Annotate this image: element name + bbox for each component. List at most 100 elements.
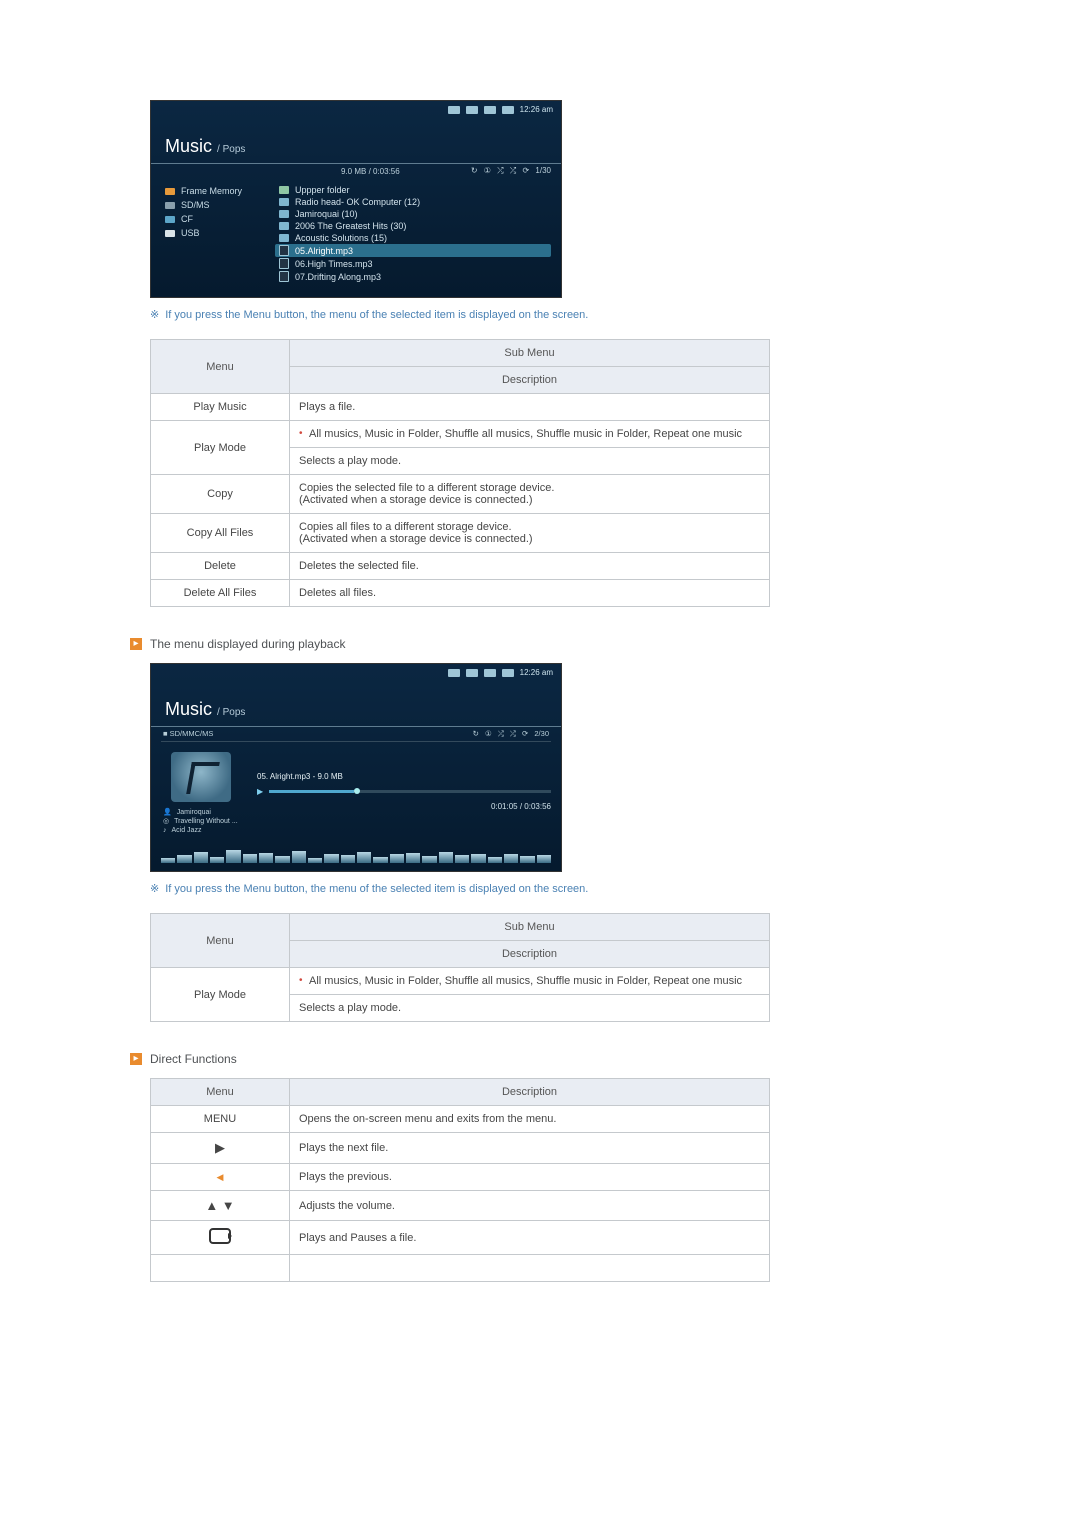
- nav-item-sd-ms[interactable]: SD/MS: [165, 198, 275, 212]
- status-icon: [466, 106, 478, 114]
- loop-icon: ⟳: [522, 729, 528, 738]
- nav-item-frame-memory[interactable]: Frame Memory: [165, 184, 275, 198]
- playmode-icons: ↻ ① ⤮ ⤮ ⟳ 2/30: [469, 729, 549, 739]
- seek-fill: [269, 790, 354, 793]
- table-header-row: Menu Sub Menu: [151, 914, 770, 941]
- list-item-folder[interactable]: Radio head- OK Computer (12): [275, 196, 551, 208]
- section-square-icon: ▸: [130, 638, 142, 650]
- col-menu: Menu: [151, 340, 290, 394]
- menu-table-browser: Menu Sub Menu Description Play Music Pla…: [150, 339, 770, 607]
- folder-icon: [279, 234, 289, 242]
- repeat-one-icon: ①: [484, 166, 491, 175]
- list-label: Radio head- OK Computer (12): [295, 197, 420, 207]
- shuffle-icon: ⤮: [510, 166, 516, 175]
- list-item-track[interactable]: 06.High Times.mp3: [275, 257, 551, 270]
- sd-icon: [165, 202, 175, 209]
- shuffle-icon: ⤮: [498, 729, 504, 738]
- col-menu: Menu: [151, 1079, 290, 1106]
- status-icon: [502, 106, 514, 114]
- section-title: The menu displayed during playback: [150, 637, 345, 651]
- section-header-direct-functions: ▸ Direct Functions: [130, 1052, 950, 1066]
- table-header-row: Menu Description: [151, 1079, 770, 1106]
- list-label: Acoustic Solutions (15): [295, 233, 387, 243]
- nav-item-usb[interactable]: USB: [165, 226, 275, 240]
- cf-icon: [165, 216, 175, 223]
- col-description: Description: [290, 367, 770, 394]
- section-square-icon: ▸: [130, 1053, 142, 1065]
- table-row: Copy All Files Copies all files to a dif…: [151, 514, 770, 553]
- menu-cell: Play Mode: [151, 421, 290, 475]
- music-note-icon: [279, 258, 289, 269]
- repeat-icon: ↻: [473, 729, 479, 738]
- hint-note: ※If you press the Menu button, the menu …: [150, 882, 950, 895]
- bullet-icon: •: [299, 428, 309, 439]
- nav-item-cf[interactable]: CF: [165, 212, 275, 226]
- usb-icon: [165, 230, 175, 237]
- desc-cell: Plays the next file.: [290, 1133, 770, 1164]
- music-note-icon: [279, 245, 289, 256]
- menu-cell: Delete All Files: [151, 580, 290, 607]
- list-label: 05.Alright.mp3: [295, 246, 353, 256]
- list-label: Jamiroquai (10): [295, 209, 358, 219]
- device-screenshot-playback: 12:26 am Music / Pops ■ SD/MMC/MS ↻ ① ⤮ …: [150, 663, 562, 872]
- seek-handle[interactable]: [354, 788, 360, 794]
- submenu-text: All musics, Music in Folder, Shuffle all…: [309, 975, 742, 987]
- status-icon: [466, 669, 478, 677]
- note-marker-icon: ※: [150, 883, 159, 895]
- list-item-folder[interactable]: Acoustic Solutions (15): [275, 232, 551, 244]
- desc-cell: Plays a file.: [290, 394, 770, 421]
- list-item-track[interactable]: 07.Drifting Along.mp3: [275, 270, 551, 283]
- equalizer-visualizer: [161, 847, 551, 863]
- section-header-playback: ▸ The menu displayed during playback: [130, 637, 950, 651]
- playmode-icons: ↻ ① ⤮ ⤮ ⟳ 1/30: [467, 166, 551, 176]
- nav-label: SD/MS: [181, 200, 210, 210]
- table-row: ▲ ▼ Adjusts the volume.: [151, 1191, 770, 1221]
- empty-cell: [151, 1255, 290, 1282]
- list-label: 2006 The Greatest Hits (30): [295, 221, 406, 231]
- previous-icon: ◀: [151, 1164, 290, 1191]
- col-menu: Menu: [151, 914, 290, 968]
- screen-title: Music / Pops: [151, 679, 561, 726]
- submenu-cell: •All musics, Music in Folder, Shuffle al…: [290, 968, 770, 995]
- seek-bar[interactable]: [269, 790, 551, 793]
- shuffle-icon: ⤮: [497, 166, 503, 175]
- album-icon: ◎: [163, 817, 169, 826]
- volume-up-down-icon: ▲ ▼: [151, 1191, 290, 1221]
- storage-nav: Frame Memory SD/MS CF USB: [165, 184, 275, 283]
- status-time: 12:26 am: [520, 668, 553, 677]
- list-label: 06.High Times.mp3: [295, 259, 373, 269]
- hint-note: ※ If you press the Menu button, the menu …: [150, 308, 950, 321]
- desc-cell: Adjusts the volume.: [290, 1191, 770, 1221]
- meta-album: Travelling Without ...: [174, 817, 238, 826]
- list-item-selected[interactable]: 05.Alright.mp3: [275, 244, 551, 257]
- hint-text: If you press the Menu button, the menu o…: [165, 309, 588, 321]
- list-item-folder[interactable]: Jamiroquai (10): [275, 208, 551, 220]
- list-label: 07.Drifting Along.mp3: [295, 272, 381, 282]
- bullet-icon: •: [299, 975, 309, 986]
- status-bar: 12:26 am: [151, 664, 561, 679]
- genre-icon: ♪: [163, 826, 167, 835]
- list-label: Uppper folder: [295, 185, 350, 195]
- track-counter: 1/30: [535, 166, 551, 175]
- desc-cell: Opens the on-screen menu and exits from …: [290, 1106, 770, 1133]
- col-description: Description: [290, 1079, 770, 1106]
- folder-icon: [279, 198, 289, 206]
- playback-panel: 05. Alright.mp3 - 9.0 MB ▶ 0:01:05 / 0:0…: [257, 752, 551, 811]
- play-icon: ▶: [257, 787, 263, 796]
- loop-icon: [209, 1228, 231, 1244]
- submenu-cell: •All musics, Music in Folder, Shuffle al…: [290, 421, 770, 448]
- nav-label: USB: [181, 228, 200, 238]
- info-bar: 9.0 MB / 0:03:56 ↻ ① ⤮ ⤮ ⟳ 1/30: [151, 164, 561, 178]
- play-pause-loop-icon: [151, 1221, 290, 1255]
- desc-cell: Selects a play mode.: [290, 995, 770, 1022]
- list-item-folder[interactable]: 2006 The Greatest Hits (30): [275, 220, 551, 232]
- section-title: Direct Functions: [150, 1052, 237, 1066]
- note-marker-icon: ※: [150, 309, 159, 321]
- status-icon: [448, 669, 460, 677]
- device-screenshot-browser: 12:26 am Music / Pops 9.0 MB / 0:03:56 ↻…: [150, 100, 562, 298]
- desc-cell: Deletes the selected file.: [290, 553, 770, 580]
- list-item-upper-folder[interactable]: Uppper folder: [275, 184, 551, 196]
- status-bar: 12:26 am: [151, 101, 561, 116]
- nav-label: Frame Memory: [181, 186, 242, 196]
- table-row: ◀ Plays the previous.: [151, 1164, 770, 1191]
